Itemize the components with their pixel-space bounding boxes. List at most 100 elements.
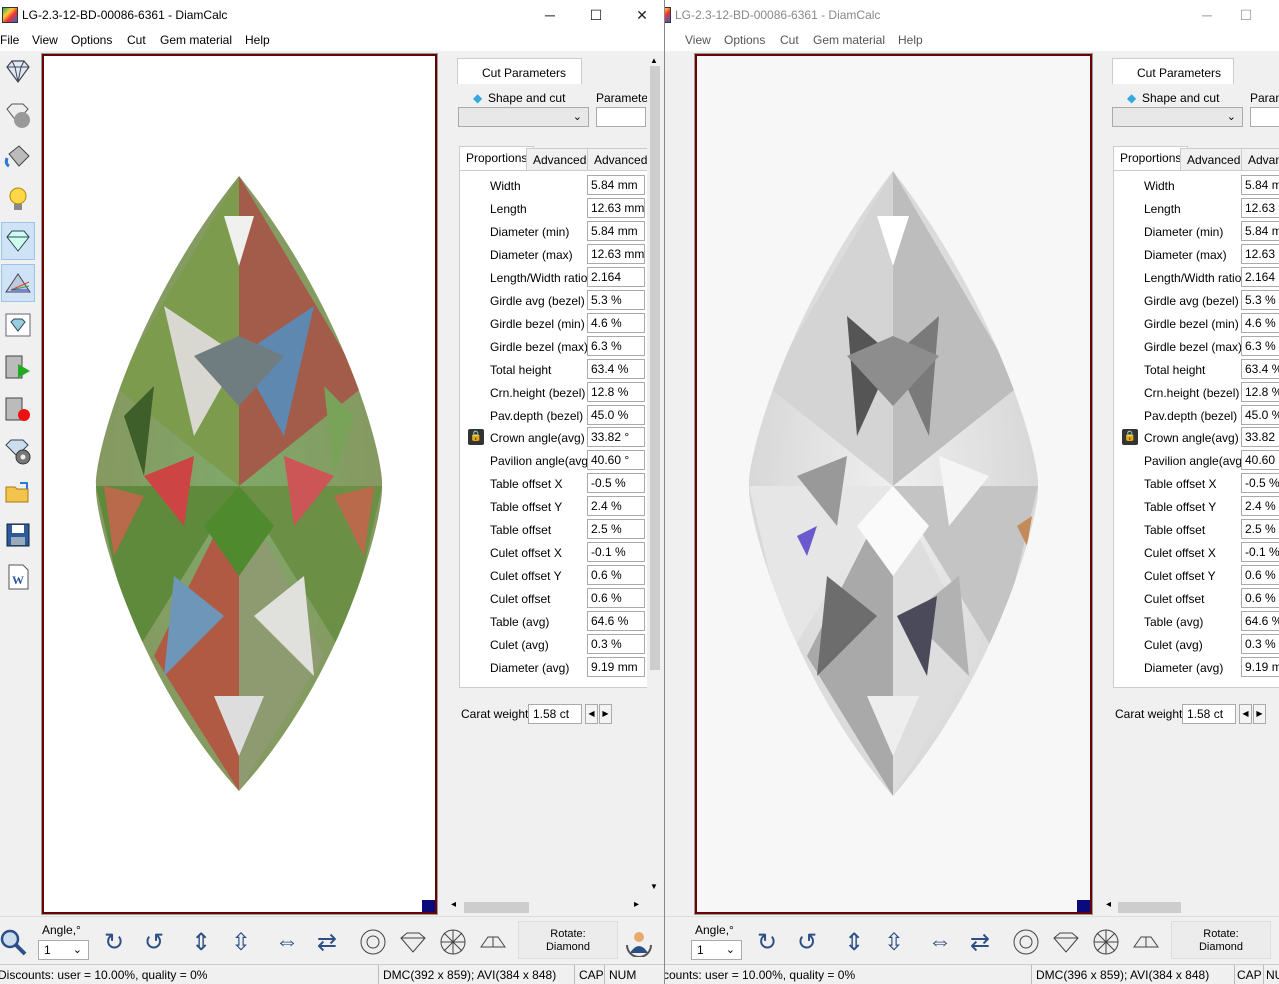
diamond-sparkle-icon[interactable] xyxy=(1,222,35,260)
rotate-ccw-icon[interactable]: ↺ xyxy=(137,925,171,959)
flip-horizontal-2-icon[interactable]: ⇄ xyxy=(310,925,344,959)
bottom-view-icon[interactable] xyxy=(1089,925,1123,959)
video-record-icon[interactable] xyxy=(1,390,35,428)
hscrollbar-thumb[interactable] xyxy=(1118,902,1181,913)
proportion-value-input[interactable]: -0.5 % xyxy=(1241,473,1279,494)
panel-horizontal-scrollbar[interactable]: ◂ xyxy=(1101,898,1279,915)
rotate-mode-box[interactable]: Rotate: Diamond xyxy=(1171,921,1271,959)
proportion-value-input[interactable]: 0.6 % xyxy=(1241,588,1279,609)
scrollbar-thumb[interactable] xyxy=(650,66,660,670)
diamond-render-viewport[interactable] xyxy=(41,53,438,915)
proportion-value-input[interactable]: 40.60 ° xyxy=(1241,450,1279,471)
proportion-value-input[interactable]: 2.5 % xyxy=(1241,519,1279,540)
proportion-value-input[interactable]: 12.63 mm xyxy=(587,243,645,264)
proportion-value-input[interactable]: 5.84 mm xyxy=(587,175,645,195)
title-bar[interactable]: LG-2.3-12-BD-00086-6361 - DiamCalc ─ ☐ ✕ xyxy=(0,0,664,31)
flip-horizontal-2-icon[interactable]: ⇄ xyxy=(963,925,997,959)
menu-help[interactable]: Help xyxy=(245,33,270,47)
flip-horizontal-icon[interactable]: ⇔ xyxy=(923,925,957,959)
proportion-value-input[interactable]: 12.63 xyxy=(1241,243,1279,264)
carat-weight-input[interactable]: 1.58 ct xyxy=(1182,704,1236,724)
proportion-value-input[interactable]: 2.164 xyxy=(587,266,645,287)
proportion-value-input[interactable]: 12.63 mm xyxy=(587,197,645,218)
proportion-value-input[interactable]: 6.3 % xyxy=(587,335,645,356)
minimize-button[interactable]: ─ xyxy=(527,0,573,31)
side-view-icon[interactable] xyxy=(1049,925,1083,959)
gem-gear-icon[interactable] xyxy=(1,432,35,470)
lock-icon[interactable]: 🔒 xyxy=(468,429,484,446)
proportion-value-input[interactable]: 0.6 % xyxy=(587,588,645,609)
proportion-value-input[interactable]: 64.6 % xyxy=(587,611,645,632)
panel-vertical-scrollbar[interactable]: ▲ ▼ xyxy=(647,56,662,903)
proportion-value-input[interactable]: 33.82 ° xyxy=(1241,427,1279,448)
rotate-cw-icon[interactable]: ↻ xyxy=(750,925,784,959)
zoom-icon[interactable] xyxy=(0,925,30,959)
light-bulb-icon[interactable] xyxy=(1,180,35,218)
proportion-value-input[interactable]: 45.0 % xyxy=(587,404,645,425)
panel-horizontal-scrollbar[interactable]: ◂ ▸ xyxy=(446,898,646,915)
tab-advanced-2[interactable]: Advanc xyxy=(1241,148,1279,170)
carat-decrease-button[interactable]: ◀ xyxy=(1239,704,1252,724)
angle-select[interactable]: 1 ⌄ xyxy=(691,940,742,960)
proportion-value-input[interactable]: 4.6 % xyxy=(1241,312,1279,333)
hscrollbar-thumb[interactable] xyxy=(464,902,529,913)
proportion-value-input[interactable]: 2.4 % xyxy=(587,496,645,517)
proportion-value-input[interactable]: 0.6 % xyxy=(587,565,645,586)
proportion-value-input[interactable]: 12.8 % xyxy=(1241,381,1279,402)
scroll-left-arrow-icon[interactable]: ◂ xyxy=(1106,899,1111,910)
proportion-value-input[interactable]: 5.84 mm xyxy=(1241,175,1279,195)
bottom-view-icon[interactable] xyxy=(436,925,470,959)
top-view-icon[interactable] xyxy=(356,925,390,959)
proportion-value-input[interactable]: 40.60 ° xyxy=(587,450,645,471)
menu-help[interactable]: Help xyxy=(898,33,923,47)
scroll-right-arrow-icon[interactable]: ▸ xyxy=(634,899,639,910)
scroll-down-arrow-icon[interactable]: ▼ xyxy=(650,882,658,891)
proportion-value-input[interactable]: 5.84 m xyxy=(1241,220,1279,241)
carat-decrease-button[interactable]: ◀ xyxy=(585,704,598,724)
flip-vertical-icon[interactable]: ⇕ xyxy=(837,925,871,959)
menu-gem-material[interactable]: Gem material xyxy=(813,33,885,47)
proportion-value-input[interactable]: 63.4 % xyxy=(587,358,645,379)
diamond-render-viewport[interactable] xyxy=(694,53,1093,915)
scroll-up-arrow-icon[interactable]: ▲ xyxy=(650,56,658,65)
shape-and-cut-select[interactable]: ⌄ xyxy=(1112,107,1243,127)
flip-vertical-2-icon[interactable]: ⇳ xyxy=(224,925,258,959)
tab-advanced-2[interactable]: Advanced xyxy=(587,148,655,170)
proportion-value-input[interactable]: 12.63 xyxy=(1241,197,1279,218)
diamond-ball-icon[interactable] xyxy=(1,96,35,134)
diamond-photo-icon[interactable] xyxy=(1,306,35,344)
title-bar[interactable]: LG-2.3-12-BD-00086-6361 - DiamCalc ─ ☐ xyxy=(653,0,1279,31)
proportion-value-input[interactable]: 33.82 ° xyxy=(587,427,645,448)
parameters-input[interactable] xyxy=(596,107,646,127)
flip-horizontal-icon[interactable]: ⇔ xyxy=(270,925,304,959)
proportion-value-input[interactable]: 63.4 % xyxy=(1241,358,1279,379)
tab-proportions[interactable]: Proportions xyxy=(1113,146,1189,170)
proportion-value-input[interactable]: -0.5 % xyxy=(587,473,645,494)
tilted-view-icon[interactable] xyxy=(476,925,510,959)
maximize-button[interactable]: ☐ xyxy=(573,0,619,31)
rotate-cw-icon[interactable]: ↻ xyxy=(97,925,131,959)
proportion-value-input[interactable]: 5.3 % xyxy=(587,289,645,310)
proportion-value-input[interactable]: 0.6 % xyxy=(1241,565,1279,586)
carat-increase-button[interactable]: ▶ xyxy=(1253,704,1266,724)
user-rotate-icon[interactable] xyxy=(622,925,656,959)
angle-select[interactable]: 1 ⌄ xyxy=(38,940,89,960)
top-view-icon[interactable] xyxy=(1009,925,1043,959)
menu-gem-material[interactable]: Gem material xyxy=(160,33,232,47)
proportion-value-input[interactable]: 64.6 % xyxy=(1241,611,1279,632)
parameters-input[interactable] xyxy=(1250,107,1279,127)
proportion-value-input[interactable]: 4.6 % xyxy=(587,312,645,333)
tab-cut-parameters[interactable]: Cut Parameters xyxy=(1112,58,1234,84)
proportion-value-input[interactable]: 45.0 % xyxy=(1241,404,1279,425)
menu-view[interactable]: View xyxy=(32,33,58,47)
rotate-ccw-icon[interactable]: ↺ xyxy=(790,925,824,959)
proportion-value-input[interactable]: 0.3 % xyxy=(1241,634,1279,654)
rotate-mode-box[interactable]: Rotate: Diamond xyxy=(518,921,618,959)
proportion-value-input[interactable]: -0.1 % xyxy=(587,542,645,563)
menu-file[interactable]: File xyxy=(0,33,19,47)
tab-proportions[interactable]: Proportions xyxy=(459,146,535,170)
proportion-value-input[interactable]: 5.3 % xyxy=(1241,289,1279,310)
side-view-icon[interactable] xyxy=(396,925,430,959)
maximize-button[interactable]: ☐ xyxy=(1223,0,1269,31)
carat-increase-button[interactable]: ▶ xyxy=(599,704,612,724)
